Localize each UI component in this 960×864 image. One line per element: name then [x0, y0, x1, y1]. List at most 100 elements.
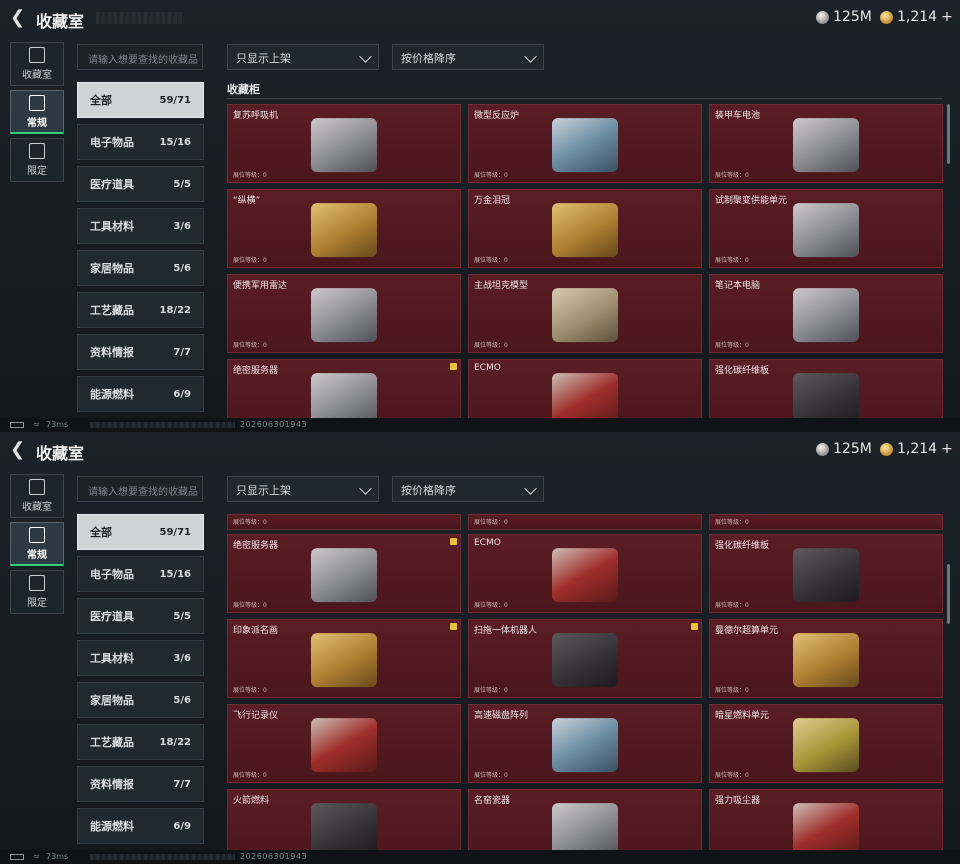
silver-coin-icon: [816, 10, 829, 24]
category-count: 6/9: [173, 820, 191, 832]
gold-currency[interactable]: 1,214 +: [880, 441, 953, 457]
top-bar: ❮ 收藏室 125M 1,214 +: [0, 432, 960, 468]
rail-collection-room[interactable]: 收藏室: [10, 42, 64, 86]
category-intel[interactable]: 资料情报 7/7: [77, 334, 204, 370]
category-list: 全部 59/71 电子物品 15/16 医疗道具 5/5 工具材料 3/6 家居物品 5/…: [77, 82, 204, 418]
item-card[interactable]: 飞行记录仪 展位等级：0: [227, 704, 461, 783]
rail-label: 限定: [27, 598, 47, 609]
item-card[interactable]: 展位等级：0: [227, 514, 461, 530]
item-card[interactable]: 扫拖一体机器人 展位等级：0: [468, 619, 702, 698]
item-card[interactable]: 笔记本电脑 展位等级：0: [709, 274, 943, 353]
item-card[interactable]: 便携军用雷达 展位等级：0: [227, 274, 461, 353]
dropdown-value: 只显示上架: [236, 484, 291, 497]
shelf-filter-dropdown[interactable]: 只显示上架: [227, 476, 379, 502]
category-electronics[interactable]: 电子物品 15/16: [77, 556, 204, 592]
item-card[interactable]: 绝密服务器展位等级：0: [227, 534, 461, 613]
category-crafts[interactable]: 工艺藏品 18/22: [77, 724, 204, 760]
rail-limited[interactable]: 限定: [10, 570, 64, 614]
back-arrow-icon[interactable]: ❮: [10, 9, 28, 27]
category-tools[interactable]: 工具材料 3/6: [77, 208, 204, 244]
item-level: 展位等级：0: [233, 519, 267, 526]
item-name: 强化碳纤维板: [715, 541, 770, 551]
regular-icon: [29, 526, 45, 543]
category-tools[interactable]: 工具材料 3/6: [77, 640, 204, 676]
category-name: 资料情报: [90, 778, 134, 791]
category-household[interactable]: 家居物品 5/6: [77, 250, 204, 286]
category-all[interactable]: 全部 59/71: [77, 514, 204, 550]
gold-coin-icon: [880, 10, 893, 24]
warning-badge-icon: [691, 623, 698, 630]
category-crafts[interactable]: 工艺藏品 18/22: [77, 292, 204, 328]
category-intel[interactable]: 资料情报 7/7: [77, 766, 204, 802]
side-rail: 收藏室 常规 限定: [10, 474, 64, 618]
add-currency-icon[interactable]: +: [941, 441, 953, 457]
collection-screen-top: ❮ 收藏室 125M 1,214 + 收藏室 常规 限定 请输入想要查找的收藏品…: [0, 0, 960, 432]
warning-badge-icon: [450, 623, 457, 630]
flight-recorder-image: [311, 717, 377, 772]
category-all[interactable]: 全部 59/71: [77, 82, 204, 118]
rail-limited[interactable]: 限定: [10, 138, 64, 182]
sort-dropdown[interactable]: 按价格降序: [392, 476, 544, 502]
robot-vacuum-image: [552, 632, 618, 687]
category-name: 医疗道具: [90, 610, 134, 623]
ecmo-image: [552, 547, 618, 602]
item-name: 复苏呼吸机: [233, 111, 279, 121]
back-arrow-icon[interactable]: ❮: [10, 441, 28, 459]
item-name: 强化碳纤维板: [715, 366, 770, 376]
item-card[interactable]: 强化碳纤维板展位等级：0: [709, 534, 943, 613]
category-energy[interactable]: 能源燃料 6/9: [77, 808, 204, 844]
limited-icon: [29, 575, 45, 591]
item-card[interactable]: 曼德尔超算单元 展位等级：0: [709, 619, 943, 698]
item-level: 展位等级：0: [233, 172, 267, 179]
item-name: ECMO: [474, 363, 501, 373]
item-name: 便携军用雷达: [233, 281, 288, 291]
scrollbar[interactable]: [947, 564, 950, 624]
blurred-text: [90, 854, 235, 860]
side-rail: 收藏室 常规 限定: [10, 42, 64, 186]
scrollbar[interactable]: [947, 104, 950, 164]
item-level: 展位等级：0: [233, 342, 267, 349]
sort-dropdown[interactable]: 按价格降序: [392, 44, 544, 70]
item-grid-partial-row: 展位等级：0 展位等级：0 展位等级：0: [227, 514, 943, 530]
category-medical[interactable]: 医疗道具 5/5: [77, 598, 204, 634]
category-count: 18/22: [159, 736, 191, 748]
ping-text: 73ms: [46, 852, 69, 861]
category-name: 能源燃料: [90, 388, 134, 401]
rail-collection-room[interactable]: 收藏室: [10, 474, 64, 518]
shelf-filter-dropdown[interactable]: 只显示上架: [227, 44, 379, 70]
silver-amount: 125M: [833, 441, 872, 457]
supercomputer-unit-image: [793, 632, 859, 687]
rail-label: 收藏室: [22, 502, 52, 513]
search-input[interactable]: 请输入想要查找的收藏品: [77, 44, 203, 70]
item-card[interactable]: 主战坦克模型 展位等级：0: [468, 274, 702, 353]
category-name: 能源燃料: [90, 820, 134, 833]
item-level: 展位等级：0: [474, 342, 508, 349]
item-card[interactable]: 展位等级：0: [709, 514, 943, 530]
rail-regular[interactable]: 常规: [10, 522, 64, 566]
item-card[interactable]: 试制聚变供能单元 展位等级：0: [709, 189, 943, 268]
item-card[interactable]: 万金泪冠 展位等级：0: [468, 189, 702, 268]
rail-regular[interactable]: 常规: [10, 90, 64, 134]
add-currency-icon[interactable]: +: [941, 9, 953, 25]
gold-currency[interactable]: 1,214 +: [880, 9, 953, 25]
category-electronics[interactable]: 电子物品 15/16: [77, 124, 204, 160]
item-card[interactable]: 暗星燃料单元 展位等级：0: [709, 704, 943, 783]
item-card[interactable]: 高速磁盘阵列 展位等级：0: [468, 704, 702, 783]
category-count: 15/16: [159, 568, 191, 580]
search-input[interactable]: 请输入想要查找的收藏品: [77, 476, 203, 502]
item-card[interactable]: 复苏呼吸机展位等级：0: [227, 104, 461, 183]
category-name: 医疗道具: [90, 178, 134, 191]
category-count: 15/16: [159, 136, 191, 148]
item-card[interactable]: “纵横” 展位等级：0: [227, 189, 461, 268]
item-card[interactable]: 印象派名画 展位等级：0: [227, 619, 461, 698]
category-medical[interactable]: 医疗道具 5/5: [77, 166, 204, 202]
item-name: 暗星燃料单元: [715, 711, 770, 721]
item-card[interactable]: 展位等级：0: [468, 514, 702, 530]
item-card[interactable]: 装甲车电池 展位等级：0: [709, 104, 943, 183]
item-card[interactable]: 微型反应炉 展位等级：0: [468, 104, 702, 183]
category-household[interactable]: 家居物品 5/6: [77, 682, 204, 718]
item-card[interactable]: ECMO 展位等级：0: [468, 534, 702, 613]
category-energy[interactable]: 能源燃料 6/9: [77, 376, 204, 412]
item-name: 飞行记录仪: [233, 711, 279, 721]
battery-image: [793, 117, 859, 172]
